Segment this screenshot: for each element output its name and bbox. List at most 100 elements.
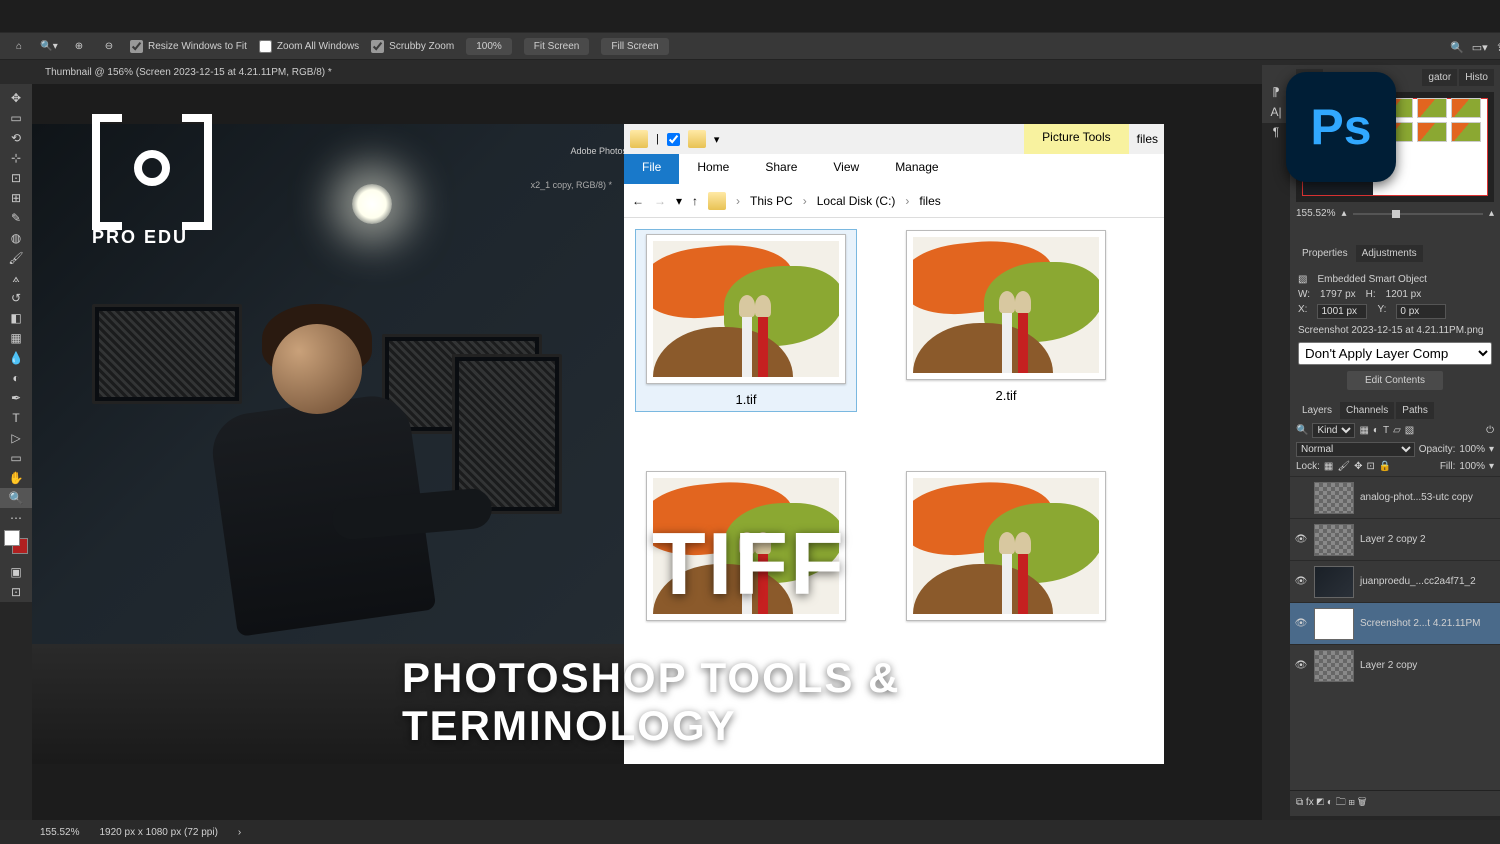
workspace-switcher-icon[interactable]: ▭▾ [1472,41,1488,54]
folder-icon[interactable] [688,130,706,148]
canvas[interactable]: Adobe Photoshop x2_1 copy, RGB/8) * | ▾ … [32,84,1262,820]
layer-mask-icon[interactable]: ◩ [1316,797,1324,808]
breadcrumb-segment[interactable]: Local Disk (C:) [817,194,896,208]
foreground-color[interactable] [4,530,20,546]
zoom-slider[interactable] [1353,213,1483,215]
glyphs-icon[interactable]: ⁋ [1272,85,1280,99]
more-tools[interactable]: ⋯ [0,508,32,528]
breadcrumb-segment[interactable]: files [919,194,940,208]
file-item[interactable]: 2.tif [896,230,1116,411]
link-layers-icon[interactable]: ⧉ [1296,797,1303,808]
shape-tool[interactable]: ▭ [0,448,32,468]
filter-toggle[interactable]: ⏻ [1486,425,1494,436]
blend-mode-select[interactable]: Normal [1296,442,1415,457]
lock-position-icon[interactable]: ✥ [1354,461,1362,472]
path-tool[interactable]: ▷ [0,428,32,448]
tab-adjustments[interactable]: Adjustments [1356,245,1423,262]
menu-bar[interactable] [0,0,1500,32]
layer-row[interactable]: 👁 juanproedu_...cc2a4f71_2 [1290,560,1500,602]
lock-all-icon[interactable]: 🔒 [1379,461,1391,472]
screen-mode-icon[interactable]: ⊡ [0,582,32,602]
visibility-icon[interactable]: 👁 [1294,618,1308,629]
layer-row[interactable]: analog-phot...53-utc copy [1290,476,1500,518]
brush-tool[interactable]: 🖌 [0,248,32,268]
qat-checkbox[interactable] [667,133,680,146]
breadcrumb-segment[interactable]: This PC [750,194,793,208]
x-input[interactable] [1317,304,1367,319]
share-icon[interactable]: ⇪ [1496,41,1500,54]
tab-layers[interactable]: Layers [1296,402,1338,419]
visibility-icon[interactable]: 👁 [1294,576,1308,587]
eyedropper-tool[interactable]: ✎ [0,208,32,228]
lock-transparency-icon[interactable]: ▦ [1324,461,1333,472]
resize-windows-checkbox[interactable]: Resize Windows to Fit [130,40,247,53]
fill-screen-button[interactable]: Fill Screen [601,38,668,55]
dodge-tool[interactable]: ◐ [0,368,32,388]
paragraph-icon[interactable]: ¶ [1273,125,1279,139]
layer-thumbnail[interactable] [1314,566,1354,598]
zoom-all-checkbox[interactable]: Zoom All Windows [259,40,359,53]
layer-thumbnail[interactable] [1314,608,1354,640]
lock-nested-icon[interactable]: ⊡ [1366,461,1374,472]
file-item[interactable]: 1.tif [636,230,856,411]
zoom-in-button[interactable]: ▴ [1489,208,1494,219]
eraser-tool[interactable]: ◧ [0,308,32,328]
frame-tool[interactable]: ⊞ [0,188,32,208]
history-dropdown-icon[interactable]: ▾ [676,194,682,208]
filter-type-icon[interactable]: T [1383,425,1389,436]
visibility-icon[interactable]: 👁 [1294,534,1308,545]
blur-tool[interactable]: 💧 [0,348,32,368]
back-icon[interactable]: ← [632,194,644,208]
up-icon[interactable]: ↑ [692,194,698,208]
layer-comp-select[interactable]: Don't Apply Layer Comp [1298,342,1492,365]
quick-mask-icon[interactable]: ▣ [0,562,32,582]
home-icon[interactable]: ⌂ [10,37,28,55]
lasso-tool[interactable]: ⟲ [0,128,32,148]
healing-tool[interactable]: ◍ [0,228,32,248]
new-layer-icon[interactable]: ⊞ [1349,797,1355,808]
lock-image-icon[interactable]: 🖌 [1337,461,1350,472]
folder-icon[interactable] [630,130,648,148]
scrubby-zoom-checkbox[interactable]: Scrubby Zoom [371,40,454,53]
tab-channels[interactable]: Channels [1340,402,1394,419]
tab-home[interactable]: Home [679,154,747,184]
tab-histogram[interactable]: Histo [1459,69,1494,86]
delete-layer-icon[interactable]: 🗑 [1358,797,1367,808]
visibility-icon[interactable]: 👁 [1294,660,1308,671]
type-tool[interactable]: T [0,408,32,428]
forward-icon[interactable]: → [654,194,666,208]
filter-adjust-icon[interactable]: ◐ [1373,425,1379,436]
fill-value[interactable]: 100% [1459,461,1485,472]
y-input[interactable] [1396,304,1446,319]
fit-screen-button[interactable]: Fit Screen [524,38,590,55]
move-tool[interactable]: ✥ [0,88,32,108]
zoom-in-icon[interactable]: ⊕ [70,37,88,55]
gradient-tool[interactable]: ▦ [0,328,32,348]
stamp-tool[interactable]: ⟑ [0,268,32,288]
layer-row[interactable]: 👁 Screenshot 2...t 4.21.11PM [1290,602,1500,644]
pen-tool[interactable]: ✒ [0,388,32,408]
file-item[interactable] [896,471,1116,621]
filter-pixel-icon[interactable]: ▦ [1359,425,1368,436]
edit-contents-button[interactable]: Edit Contents [1347,371,1443,390]
tab-manage[interactable]: Manage [877,154,956,184]
marquee-tool[interactable]: ▭ [0,108,32,128]
character-icon[interactable]: A| [1270,105,1281,119]
tab-paths[interactable]: Paths [1396,402,1434,419]
zoom-100-button[interactable]: 100% [466,38,512,55]
search-icon[interactable]: 🔍 [1450,41,1464,54]
document-tab[interactable]: Thumbnail @ 156% (Screen 2023-12-15 at 4… [45,67,332,78]
layer-row[interactable]: 👁 Layer 2 copy [1290,644,1500,686]
explorer-address-bar[interactable]: ← → ▾ ↑ › This PC › Local Disk (C:) › fi… [624,184,1164,218]
adjustment-layer-icon[interactable]: ◐ [1327,797,1333,808]
filter-type-select[interactable]: Kind [1312,423,1355,438]
color-swatches[interactable] [0,528,32,562]
tab-navigator[interactable]: gator [1422,69,1457,86]
filter-shape-icon[interactable]: ▱ [1393,425,1401,436]
tab-share[interactable]: Share [747,154,815,184]
group-icon[interactable]: 🗀 [1336,797,1346,808]
opacity-value[interactable]: 100% [1459,444,1485,455]
filter-search-icon[interactable]: 🔍 [1296,425,1308,436]
zoom-tool-icon[interactable]: 🔍▾ [40,37,58,55]
tab-properties[interactable]: Properties [1296,245,1354,262]
